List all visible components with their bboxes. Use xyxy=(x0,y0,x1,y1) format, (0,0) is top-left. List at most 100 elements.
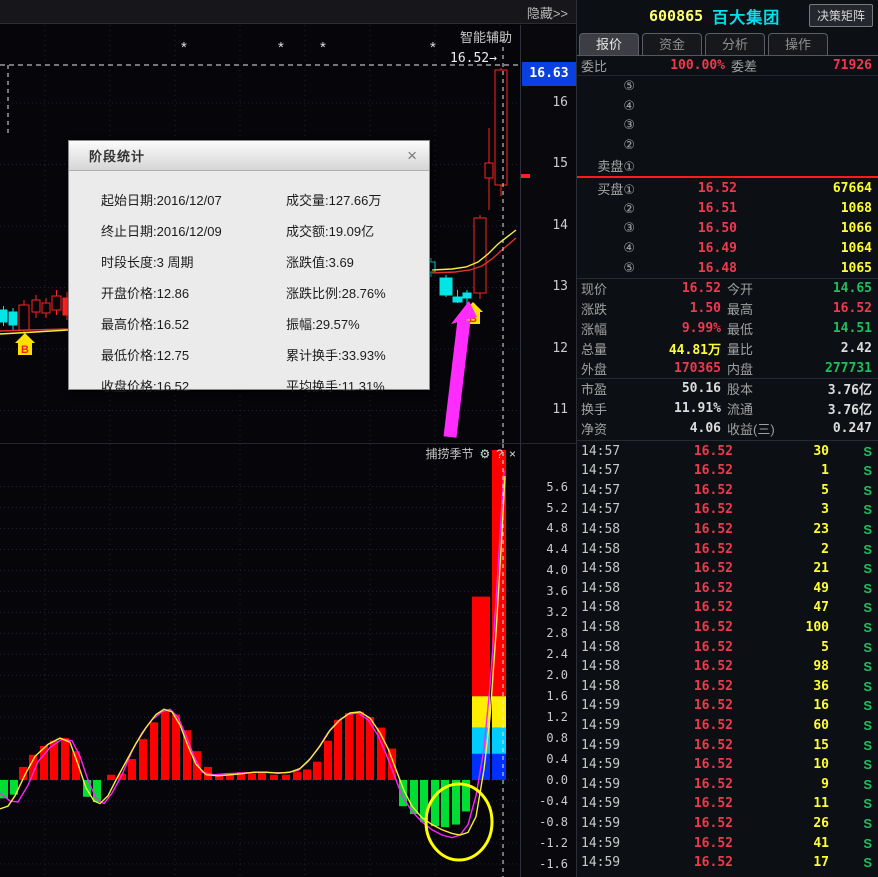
trade-row[interactable]: 14:5916.5215S xyxy=(577,735,878,755)
time-and-sales[interactable]: 14:5716.5230S14:5716.521S14:5716.525S14:… xyxy=(577,441,878,872)
trade-row[interactable]: 14:5716.523S xyxy=(577,500,878,520)
trade-side: S xyxy=(829,581,872,596)
stat-row: 外盘170365内盘277731 xyxy=(577,358,878,378)
price-stats: 现价16.52今开14.65涨跌1.50最高16.52涨幅9.99%最低14.5… xyxy=(577,279,878,378)
dialog-stat-row: 收盘价格:16.52平均换手:11.31% xyxy=(101,370,419,401)
trade-time: 14:59 xyxy=(581,738,627,753)
price-axis-label: 14 xyxy=(552,218,568,233)
trade-row[interactable]: 14:5816.5223S xyxy=(577,520,878,540)
ask-level-row: ③ xyxy=(577,116,878,136)
stat-value: 277731 xyxy=(793,361,872,376)
oscillator-panel[interactable]: 捕捞季节 ⚙ ? × xyxy=(0,443,520,877)
event-asterisk: * xyxy=(320,39,326,56)
tab-分析[interactable]: 分析 xyxy=(705,33,765,55)
trade-volume: 16 xyxy=(733,698,829,713)
stat-label: 量比 xyxy=(721,339,793,358)
trade-price: 16.52 xyxy=(627,738,733,753)
trade-volume: 26 xyxy=(733,816,829,831)
tab-报价[interactable]: 报价 xyxy=(579,33,639,55)
quote-tabs: 报价资金分析操作 xyxy=(577,31,878,56)
trade-time: 14:58 xyxy=(581,640,627,655)
price-axis-label: 11 xyxy=(552,402,568,417)
trade-row[interactable]: 14:5916.5211S xyxy=(577,794,878,814)
oscillator-axis-label: 2.4 xyxy=(546,647,568,661)
trade-row[interactable]: 14:5816.5221S xyxy=(577,559,878,579)
trade-row[interactable]: 14:5816.52100S xyxy=(577,618,878,638)
level-volume: 1065 xyxy=(737,261,872,276)
stage-statistics-dialog: 阶段统计 × 起始日期:2016/12/07成交量:127.66万终止日期:20… xyxy=(68,140,430,390)
tab-操作[interactable]: 操作 xyxy=(768,33,828,55)
tab-资金[interactable]: 资金 xyxy=(642,33,702,55)
smart-assist-label: 智能辅助 xyxy=(460,27,512,46)
trade-side: S xyxy=(829,836,872,851)
stat-value: 4.06 xyxy=(629,421,721,436)
trade-volume: 23 xyxy=(733,522,829,537)
stat-value: 1.50 xyxy=(629,301,721,316)
oscillator-axis-label: 0.0 xyxy=(546,773,568,787)
oscillator-axis: 5.65.24.84.44.03.63.22.82.42.01.61.20.80… xyxy=(520,443,576,877)
dialog-stat-right: 成交量:127.66万 xyxy=(286,190,381,209)
bid-level-row: ④16.491064 xyxy=(577,238,878,258)
indicator-close-icon[interactable]: × xyxy=(509,447,516,461)
trade-side: S xyxy=(829,738,872,753)
trade-row[interactable]: 14:5916.5210S xyxy=(577,755,878,775)
dialog-close-icon[interactable]: × xyxy=(407,147,417,164)
weicha-label: 委差 xyxy=(725,56,785,75)
trade-side: S xyxy=(829,640,872,655)
level-label: ⑤ xyxy=(581,260,635,276)
stat-row: 涨跌1.50最高16.52 xyxy=(577,299,878,319)
trade-side: S xyxy=(829,502,872,517)
trade-time: 14:59 xyxy=(581,855,627,870)
dialog-stat-right: 累计换手:33.93% xyxy=(286,345,386,364)
trade-row[interactable]: 14:5716.525S xyxy=(577,481,878,501)
stat-label: 最高 xyxy=(721,299,793,318)
weibi-value: 100.00% xyxy=(629,58,725,73)
level-label: ② xyxy=(581,201,635,217)
level-price: 16.51 xyxy=(635,201,737,216)
trade-row[interactable]: 14:5716.521S xyxy=(577,461,878,481)
indicator-help-icon[interactable]: ? xyxy=(496,447,503,461)
indicator-settings-icon[interactable]: ⚙ xyxy=(480,447,491,461)
trade-row[interactable]: 14:5816.5236S xyxy=(577,676,878,696)
trade-row[interactable]: 14:5916.5241S xyxy=(577,833,878,853)
price-axis-label: 13 xyxy=(552,279,568,294)
trade-row[interactable]: 14:5816.5249S xyxy=(577,579,878,599)
trade-row[interactable]: 14:5816.522S xyxy=(577,539,878,559)
stat-value: 16.52 xyxy=(629,281,721,296)
bid-ask-separator xyxy=(577,176,878,178)
oscillator-axis-label: 4.0 xyxy=(546,563,568,577)
trade-row[interactable]: 14:5816.5298S xyxy=(577,657,878,677)
main-price-axis: 16.63 161514131211 xyxy=(520,25,576,443)
trade-time: 14:58 xyxy=(581,679,627,694)
trade-row[interactable]: 14:5816.525S xyxy=(577,637,878,657)
trade-side: S xyxy=(829,796,872,811)
quote-panel: 600865 百大集团 决策矩阵 报价资金分析操作 委比 100.00% 委差 … xyxy=(576,0,878,877)
trade-side: S xyxy=(829,483,872,498)
trade-row[interactable]: 14:5916.5216S xyxy=(577,696,878,716)
trade-row[interactable]: 14:5916.529S xyxy=(577,774,878,794)
stat-label: 外盘 xyxy=(581,359,629,378)
stat-row: 现价16.52今开14.65 xyxy=(577,279,878,299)
hide-panel-button[interactable]: 隐藏>> xyxy=(527,3,568,22)
stat-label: 今开 xyxy=(721,279,793,298)
trade-row[interactable]: 14:5716.5230S xyxy=(577,441,878,461)
stat-row: 市盈50.16股本3.76亿 xyxy=(577,379,878,399)
trade-row[interactable]: 14:5916.5217S xyxy=(577,853,878,873)
trade-volume: 15 xyxy=(733,738,829,753)
stat-label: 股本 xyxy=(721,379,793,398)
trade-row[interactable]: 14:5816.5247S xyxy=(577,598,878,618)
stat-label: 净资 xyxy=(581,419,629,438)
dialog-stat-right: 振幅:29.57% xyxy=(286,314,360,333)
dialog-stat-row: 开盘价格:12.86涨跌比例:28.76% xyxy=(101,277,419,308)
dialog-stat-left: 开盘价格:12.86 xyxy=(101,283,286,302)
dialog-titlebar[interactable]: 阶段统计 × xyxy=(69,141,429,171)
trade-row[interactable]: 14:5916.5226S xyxy=(577,814,878,834)
trade-volume: 36 xyxy=(733,679,829,694)
stat-row: 总量44.81万量比2.42 xyxy=(577,338,878,358)
decision-matrix-button[interactable]: 决策矩阵 xyxy=(809,4,873,27)
trade-side: S xyxy=(829,698,872,713)
stat-value: 14.51 xyxy=(793,321,872,336)
trade-row[interactable]: 14:5916.5260S xyxy=(577,716,878,736)
event-asterisk: * xyxy=(278,39,284,56)
dialog-stat-left: 收盘价格:16.52 xyxy=(101,376,286,395)
